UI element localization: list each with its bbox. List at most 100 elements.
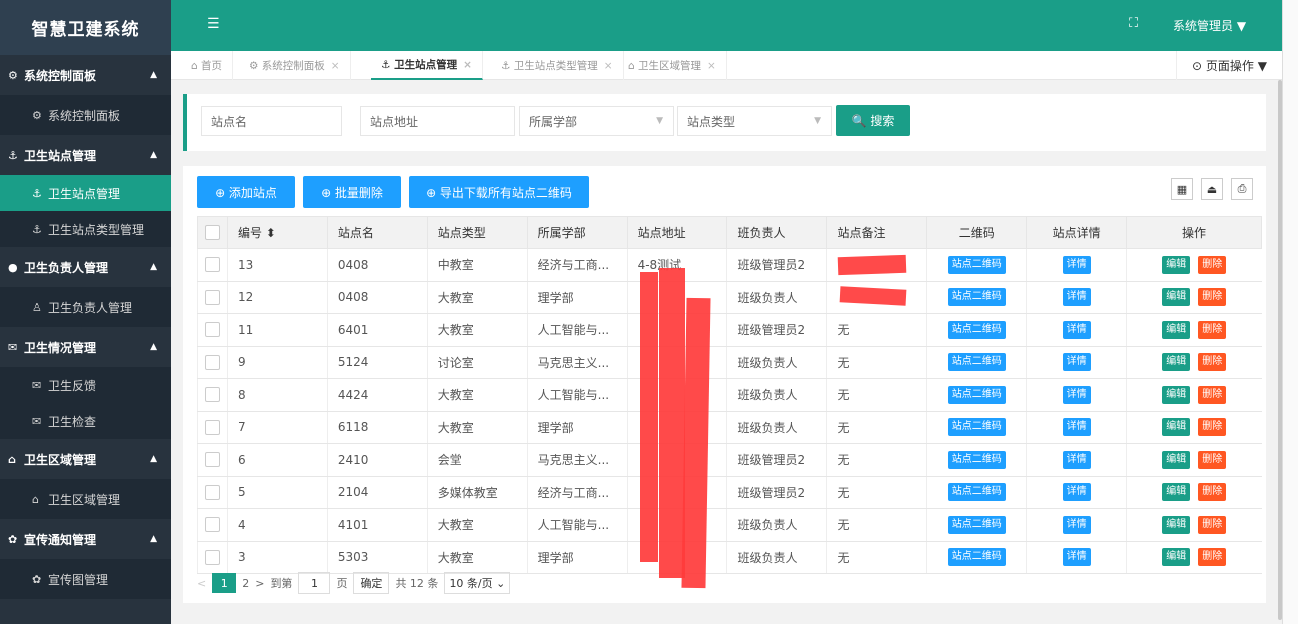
- menu-toggle-icon[interactable]: ☰: [207, 16, 220, 32]
- menu-group-notice[interactable]: ✿ 宣传通知管理 ▲: [0, 519, 171, 559]
- table-row[interactable]: 5 2104 多媒体教室 经济与工商... 班级管理员2 无 站点二维码 详情 编辑 删除: [197, 476, 1262, 509]
- table-row[interactable]: 9 5124 讨论室 马克思主义... 班级负责人无 站点二维码 详情 编辑 删除: [197, 346, 1262, 379]
- table-row[interactable]: 4 4101 大教室 人工智能与... 班级负责人无 站点二维码 详情 编辑 删除: [197, 508, 1262, 542]
- edit-button[interactable]: 编辑: [1162, 450, 1191, 469]
- edit-button[interactable]: 编辑: [1162, 385, 1191, 404]
- menu-group-dashboard[interactable]: ⚙ 系统控制面板 ▲: [0, 55, 171, 95]
- page-size-select[interactable]: 10 条/页 ⌄: [444, 572, 511, 594]
- qrcode-button[interactable]: 站点二维码: [947, 483, 1006, 502]
- site-address-input[interactable]: 站点地址: [360, 106, 515, 136]
- close-icon[interactable]: ×: [707, 60, 716, 72]
- delete-button[interactable]: 删除: [1198, 515, 1227, 534]
- table-row[interactable]: 7 6118 大教室 理学部 班级负责人无 站点二维码 详情 编辑 删除: [197, 411, 1262, 444]
- row-checkbox[interactable]: [197, 313, 228, 347]
- columns-filter-icon[interactable]: ▦: [1171, 178, 1193, 200]
- delete-button[interactable]: 删除: [1198, 483, 1227, 502]
- table-row[interactable]: 6 2410 会堂 马克思主义... 班级管理员2 无 站点二维码 详情 编辑 删除: [197, 443, 1262, 477]
- qrcode-button[interactable]: 站点二维码: [947, 450, 1006, 469]
- detail-button[interactable]: 详情: [1062, 255, 1091, 274]
- close-icon[interactable]: ×: [463, 59, 472, 71]
- user-menu[interactable]: 系统管理员 ▼: [1173, 17, 1246, 34]
- detail-button[interactable]: 详情: [1062, 288, 1091, 307]
- qrcode-button[interactable]: 站点二维码: [947, 385, 1006, 404]
- export-icon[interactable]: ⏏: [1201, 178, 1223, 200]
- tab-site-type[interactable]: ⚓ 卫生站点类型管理 ×: [491, 51, 624, 80]
- search-button[interactable]: 🔍 搜索: [836, 105, 910, 136]
- qrcode-button[interactable]: 站点二维码: [947, 418, 1006, 437]
- print-icon[interactable]: ⎙: [1231, 178, 1253, 200]
- detail-button[interactable]: 详情: [1062, 483, 1091, 502]
- menu-group-owner[interactable]: ● 卫生负责人管理 ▲: [0, 247, 171, 287]
- sidebar-item-owner[interactable]: ♙ 卫生负责人管理: [0, 287, 171, 327]
- delete-button[interactable]: 删除: [1198, 385, 1227, 404]
- tab-dashboard[interactable]: ⚙ 系统控制面板 ×: [239, 51, 351, 80]
- qrcode-button[interactable]: 站点二维码: [947, 288, 1006, 307]
- page-number-input[interactable]: 1: [298, 572, 331, 594]
- add-site-button[interactable]: ⊕ 添加站点: [197, 176, 295, 208]
- detail-button[interactable]: 详情: [1062, 385, 1091, 404]
- edit-button[interactable]: 编辑: [1162, 353, 1191, 372]
- edit-button[interactable]: 编辑: [1162, 548, 1191, 567]
- edit-button[interactable]: 编辑: [1162, 483, 1191, 502]
- tab-area[interactable]: ⌂ 卫生区域管理 ×: [618, 51, 727, 80]
- sidebar-item-site-type[interactable]: ⚓ 卫生站点类型管理: [0, 211, 171, 247]
- sidebar-item-dashboard[interactable]: ⚙ 系统控制面板: [0, 95, 171, 135]
- detail-button[interactable]: 详情: [1062, 450, 1091, 469]
- menu-group-hygiene[interactable]: ✉ 卫生情况管理 ▲: [0, 327, 171, 367]
- qrcode-button[interactable]: 站点二维码: [947, 548, 1006, 567]
- tab-site-manage[interactable]: ⚓ 卫生站点管理 ×: [371, 51, 483, 80]
- edit-button[interactable]: 编辑: [1162, 320, 1191, 339]
- batch-delete-button[interactable]: ⊕ 批量删除: [303, 176, 401, 208]
- row-checkbox[interactable]: [197, 248, 228, 282]
- col-id[interactable]: 编号 ⬍: [226, 216, 328, 249]
- edit-button[interactable]: 编辑: [1162, 418, 1191, 437]
- table-row[interactable]: 11 6401 大教室 人工智能与... 班级管理员2 无 站点二维码 详情 编辑 删除: [197, 313, 1262, 347]
- sidebar-item-banner[interactable]: ✿ 宣传图管理: [0, 559, 171, 599]
- row-checkbox[interactable]: [197, 443, 228, 477]
- delete-button[interactable]: 删除: [1198, 320, 1227, 339]
- qrcode-button[interactable]: 站点二维码: [947, 320, 1006, 339]
- delete-button[interactable]: 删除: [1198, 548, 1227, 567]
- delete-button[interactable]: 删除: [1198, 288, 1227, 307]
- qrcode-button[interactable]: 站点二维码: [947, 255, 1006, 274]
- row-checkbox[interactable]: [197, 378, 228, 412]
- delete-button[interactable]: 删除: [1198, 353, 1227, 372]
- row-checkbox[interactable]: [197, 508, 228, 542]
- confirm-page-button[interactable]: 确定: [353, 572, 390, 594]
- prev-page-icon[interactable]: <: [197, 577, 206, 590]
- page-operation-dropdown[interactable]: ⊙ 页面操作 ▼: [1176, 51, 1282, 80]
- qrcode-button[interactable]: 站点二维码: [947, 353, 1006, 372]
- row-checkbox[interactable]: [197, 281, 228, 314]
- type-select[interactable]: 站点类型 ▼: [677, 106, 832, 136]
- page-2[interactable]: 2: [242, 577, 249, 590]
- table-row[interactable]: 8 4424 大教室 人工智能与... 班级负责人无 站点二维码 详情 编辑 删除: [197, 378, 1262, 412]
- close-icon[interactable]: ×: [331, 60, 340, 72]
- detail-button[interactable]: 详情: [1062, 353, 1091, 372]
- detail-button[interactable]: 详情: [1062, 548, 1091, 567]
- qrcode-button[interactable]: 站点二维码: [947, 515, 1006, 534]
- delete-button[interactable]: 删除: [1198, 450, 1227, 469]
- next-page-icon[interactable]: >: [255, 577, 264, 590]
- row-checkbox[interactable]: [197, 411, 228, 444]
- sidebar-item-feedback[interactable]: ✉ 卫生反馈: [0, 367, 171, 403]
- page-1[interactable]: 1: [212, 573, 237, 593]
- detail-button[interactable]: 详情: [1062, 320, 1091, 339]
- close-icon[interactable]: ×: [604, 60, 613, 72]
- fullscreen-icon[interactable]: ⛶: [1129, 16, 1138, 31]
- detail-button[interactable]: 详情: [1062, 418, 1091, 437]
- export-qrcode-button[interactable]: ⊕ 导出下载所有站点二维码: [409, 176, 589, 208]
- tab-home[interactable]: ⌂ 首页: [181, 51, 234, 80]
- row-checkbox[interactable]: [197, 476, 228, 509]
- detail-button[interactable]: 详情: [1062, 515, 1091, 534]
- delete-button[interactable]: 删除: [1198, 255, 1227, 274]
- table-row[interactable]: 3 5303 大教室 理学部 班级负责人无 站点二维码 详情 编辑 删除: [197, 541, 1262, 574]
- sidebar-item-area[interactable]: ⌂ 卫生区域管理: [0, 479, 171, 519]
- menu-group-area[interactable]: ⌂ 卫生区域管理 ▲: [0, 439, 171, 479]
- row-checkbox[interactable]: [197, 541, 228, 574]
- select-all-checkbox[interactable]: [197, 216, 228, 249]
- sidebar-item-inspection[interactable]: ✉ 卫生检查: [0, 403, 171, 439]
- edit-button[interactable]: 编辑: [1162, 515, 1191, 534]
- site-name-input[interactable]: 站点名: [201, 106, 342, 136]
- edit-button[interactable]: 编辑: [1162, 288, 1191, 307]
- sidebar-item-site-manage[interactable]: ⚓ 卫生站点管理: [0, 175, 171, 211]
